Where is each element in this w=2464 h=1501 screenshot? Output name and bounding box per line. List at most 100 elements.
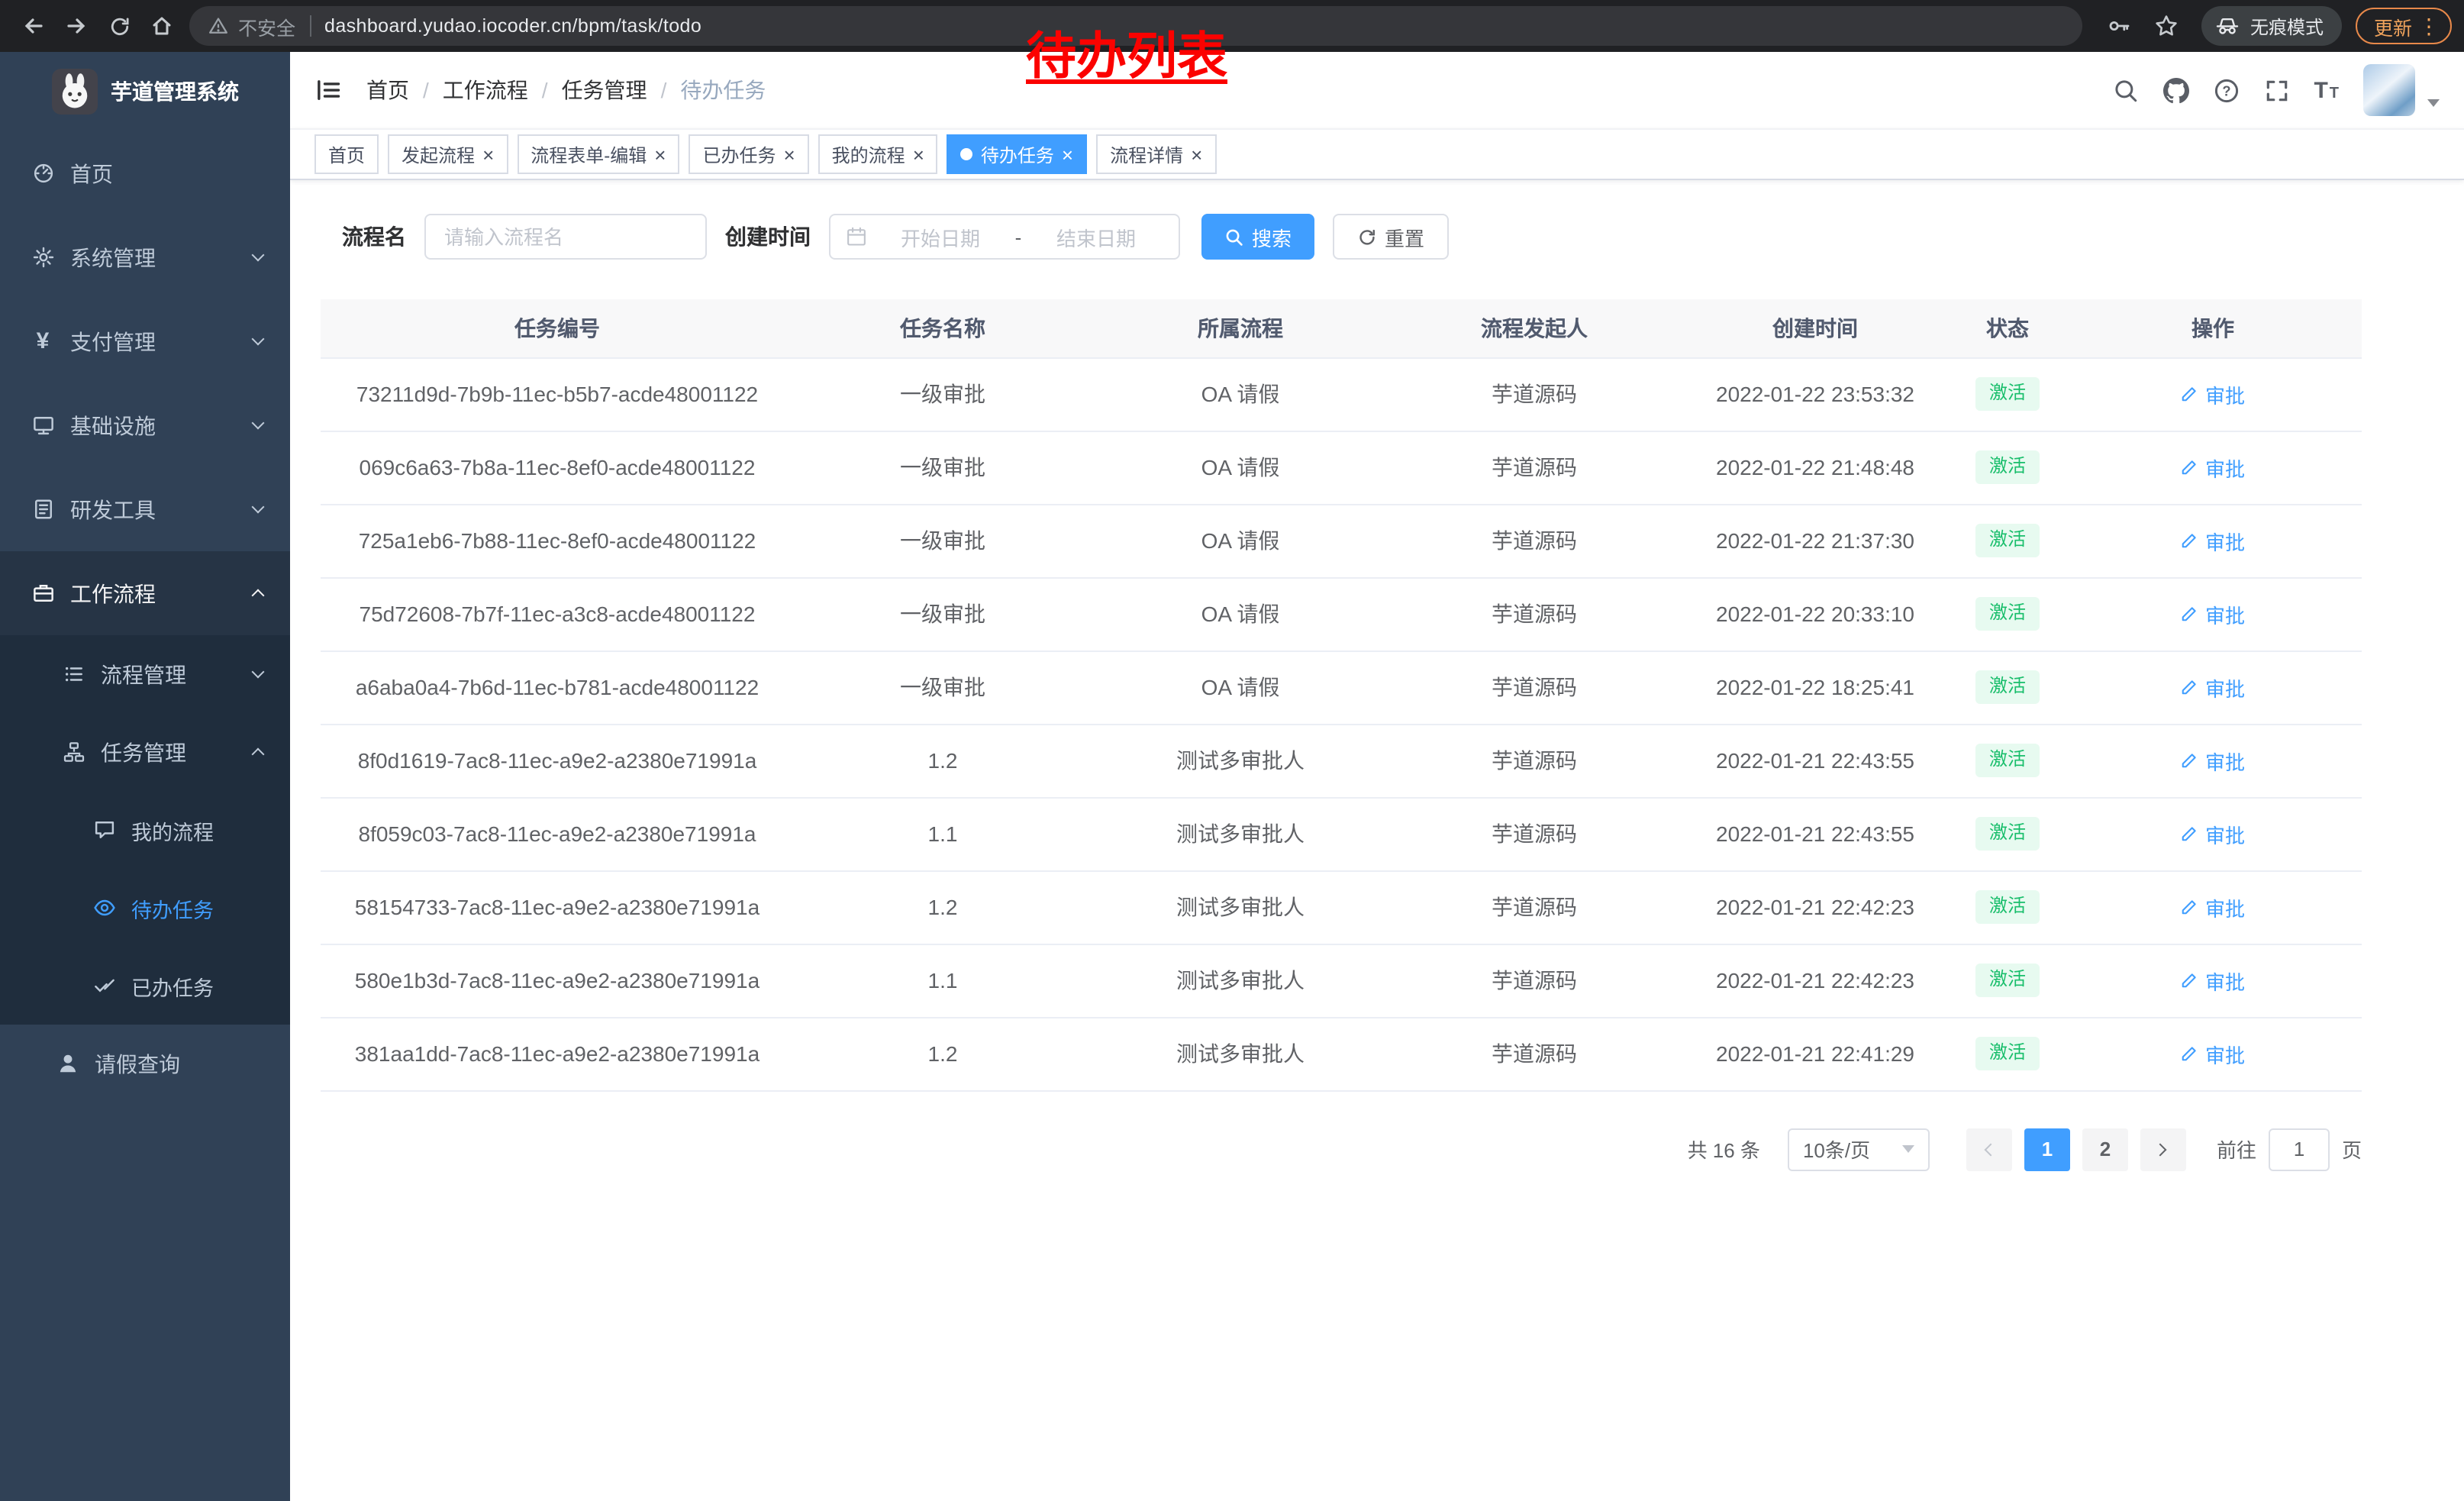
cell-action: 审批	[2064, 431, 2362, 504]
search-button[interactable]: 搜索	[1201, 214, 1314, 260]
breadcrumb-task-mgmt[interactable]: 任务管理	[562, 75, 647, 105]
close-icon[interactable]: ×	[913, 144, 924, 164]
status-badge: 激活	[1975, 1037, 2040, 1070]
tab-todo-tasks[interactable]: 待办任务 ×	[947, 134, 1087, 174]
filter-bar: 流程名 创建时间 开始日期 - 结束日期 搜索 重置	[321, 214, 2362, 260]
item-label: 基础设施	[70, 410, 253, 441]
sidebar-item-home[interactable]: 首页	[0, 131, 290, 215]
approve-link-label: 审批	[2205, 453, 2245, 482]
approve-link[interactable]: 审批	[2181, 453, 2245, 482]
approve-link-label: 审批	[2205, 966, 2245, 995]
sidebar-toggle-button[interactable]	[314, 76, 342, 104]
page-2-button[interactable]: 2	[2082, 1128, 2128, 1170]
sidebar-item-my-process[interactable]: 我的流程	[0, 791, 290, 869]
update-label: 更新	[2374, 11, 2412, 40]
tab-label: 待办任务	[981, 141, 1054, 167]
incognito-badge[interactable]: 无痕模式	[2201, 6, 2342, 46]
browser-reload-button[interactable]	[98, 5, 140, 47]
bookmark-star-icon[interactable]	[2145, 5, 2188, 47]
chevron-down-icon	[252, 417, 265, 430]
fullscreen-icon[interactable]	[2263, 77, 2289, 103]
goto-page-input[interactable]	[2269, 1128, 2330, 1170]
cell-initiator: 芋道源码	[1389, 650, 1679, 724]
sidebar-item-task-mgmt[interactable]: 任务管理	[0, 713, 290, 791]
tab-start-process[interactable]: 发起流程×	[388, 134, 508, 174]
reset-button[interactable]: 重置	[1333, 214, 1449, 260]
cell-status: 激活	[1951, 431, 2064, 504]
page-size-select[interactable]: 10条/页	[1788, 1128, 1930, 1170]
cell-task-id: 58154733-7ac8-11ec-a9e2-a2380e71991a	[321, 870, 794, 944]
prev-page-button[interactable]	[1966, 1128, 2012, 1170]
chevron-down-icon	[1902, 1145, 1914, 1153]
font-size-icon[interactable]: TT	[2314, 77, 2339, 103]
approve-link[interactable]: 审批	[2181, 966, 2245, 995]
chevron-left-icon	[1985, 1143, 1998, 1156]
approve-link-label: 审批	[2205, 526, 2245, 555]
github-icon[interactable]	[2162, 77, 2188, 103]
approve-link[interactable]: 审批	[2181, 379, 2245, 408]
search-icon[interactable]	[2112, 77, 2138, 103]
approve-link[interactable]: 审批	[2181, 893, 2245, 922]
tab-form-edit[interactable]: 流程表单-编辑×	[517, 134, 679, 174]
sidebar-item-payment[interactable]: ¥ 支付管理	[0, 299, 290, 383]
approve-link[interactable]: 审批	[2181, 819, 2245, 848]
browser-forward-button[interactable]	[55, 5, 98, 47]
next-page-button[interactable]	[2140, 1128, 2186, 1170]
breadcrumb-home[interactable]: 首页	[366, 75, 409, 105]
help-icon[interactable]: ?	[2213, 77, 2239, 103]
tab-label: 流程详情	[1110, 141, 1183, 167]
approve-link[interactable]: 审批	[2181, 746, 2245, 775]
close-icon[interactable]: ×	[1062, 144, 1073, 164]
sidebar-item-devtools[interactable]: 研发工具	[0, 467, 290, 551]
cell-process: OA 请假	[1092, 577, 1389, 650]
cell-process: 测试多审批人	[1092, 724, 1389, 797]
close-icon[interactable]: ×	[482, 144, 494, 164]
status-badge: 激活	[1975, 450, 2040, 483]
item-label: 工作流程	[70, 578, 253, 608]
close-icon[interactable]: ×	[783, 144, 795, 164]
tab-process-detail[interactable]: 流程详情 ×	[1096, 134, 1216, 174]
approve-link[interactable]: 审批	[2181, 599, 2245, 628]
task-table: 任务编号 任务名称 所属流程 流程发起人 创建时间 状态 操作 73211d9d…	[321, 299, 2362, 1091]
breadcrumb-separator: /	[423, 78, 429, 102]
sidebar-item-system[interactable]: 系统管理	[0, 215, 290, 299]
tab-my-process[interactable]: 我的流程 ×	[818, 134, 938, 174]
app-logo[interactable]: 芋道管理系统	[0, 52, 290, 131]
svg-text:?: ?	[2222, 82, 2230, 98]
sidebar-item-leave-query[interactable]: 请假查询	[0, 1025, 290, 1102]
annotation-overlay: 待办列表	[1026, 15, 1227, 89]
sidebar-item-workflow[interactable]: 工作流程	[0, 551, 290, 635]
tab-label: 我的流程	[832, 141, 905, 167]
approve-link[interactable]: 审批	[2181, 1039, 2245, 1068]
close-icon[interactable]: ×	[654, 144, 666, 164]
browser-home-button[interactable]	[140, 5, 183, 47]
page-1-button[interactable]: 1	[2024, 1128, 2070, 1170]
column-header-task-name: 任务名称	[794, 299, 1092, 357]
table-row: 069c6a63-7b8a-11ec-8ef0-acde48001122 一级审…	[321, 431, 2362, 504]
sidebar-item-done-tasks[interactable]: 已办任务	[0, 947, 290, 1025]
tab-done-tasks[interactable]: 已办任务×	[689, 134, 808, 174]
approve-link-label: 审批	[2205, 893, 2245, 922]
sidebar-item-process-mgmt[interactable]: 流程管理	[0, 635, 290, 713]
process-name-input[interactable]	[424, 214, 707, 260]
breadcrumb-workflow[interactable]: 工作流程	[443, 75, 528, 105]
cell-task-name: 1.2	[794, 724, 1092, 797]
app-header: 首页 / 工作流程 / 任务管理 / 待办任务 ? TT	[290, 52, 2464, 128]
chevron-up-icon	[252, 748, 265, 761]
page-content: 流程名 创建时间 开始日期 - 结束日期 搜索 重置	[290, 180, 2464, 1170]
sidebar-item-todo-tasks[interactable]: 待办任务	[0, 869, 290, 947]
approve-link[interactable]: 审批	[2181, 526, 2245, 555]
password-key-icon[interactable]	[2098, 5, 2140, 47]
calendar-icon	[846, 226, 867, 247]
update-button[interactable]: 更新 ⋮	[2356, 8, 2452, 44]
date-range-picker[interactable]: 开始日期 - 结束日期	[829, 214, 1180, 260]
approve-link[interactable]: 审批	[2181, 673, 2245, 702]
tab-home[interactable]: 首页	[314, 134, 379, 174]
close-icon[interactable]: ×	[1191, 144, 1202, 164]
browser-back-button[interactable]	[12, 5, 55, 47]
range-separator: -	[1008, 225, 1029, 248]
status-badge: 激活	[1975, 964, 2040, 996]
user-avatar[interactable]	[2363, 64, 2415, 116]
sidebar-item-infra[interactable]: 基础设施	[0, 383, 290, 467]
column-header-created: 创建时间	[1679, 299, 1951, 357]
